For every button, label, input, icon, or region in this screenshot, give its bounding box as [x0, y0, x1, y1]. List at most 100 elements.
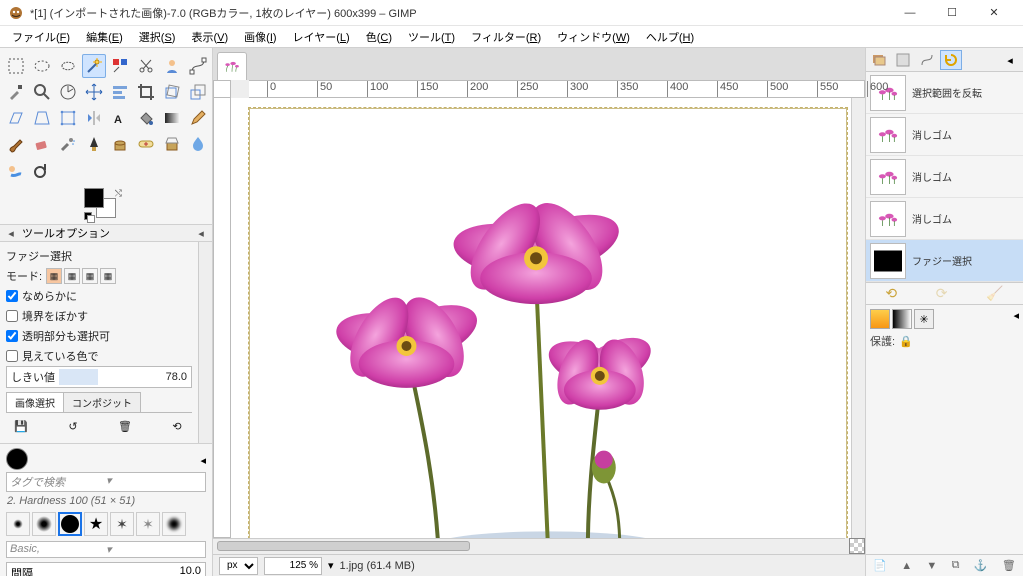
canvas-hscrollbar[interactable] [213, 538, 845, 554]
brush-spacing[interactable]: 間隔 10.0 [6, 562, 206, 576]
tool-rotate[interactable] [160, 80, 184, 104]
gradient-thumb[interactable] [892, 309, 912, 329]
tool-fuzzy-select[interactable] [82, 54, 106, 78]
save-preset-icon[interactable]: 💾 [12, 417, 30, 435]
maximize-button[interactable]: ☐ [931, 0, 973, 26]
tool-ink[interactable] [82, 132, 106, 156]
brush-dock-menu-icon[interactable]: ◂ [200, 454, 206, 467]
brush-thumb[interactable] [84, 512, 108, 536]
navigation-preview-icon[interactable] [849, 538, 865, 554]
canvas[interactable] [249, 108, 847, 538]
menu-view[interactable]: 表示(V) [183, 27, 236, 47]
tool-move[interactable] [82, 80, 106, 104]
opt-feather[interactable]: 境界をぼかす [6, 306, 192, 326]
tab-undo-history-icon[interactable] [940, 50, 962, 70]
mode-replace[interactable]: ▦ [46, 268, 62, 284]
brush-thumb[interactable] [110, 512, 134, 536]
menu-layer[interactable]: レイヤー(L) [285, 27, 358, 47]
restore-preset-icon[interactable]: ↺ [64, 417, 82, 435]
pattern-thumb[interactable]: ✳ [914, 309, 934, 329]
zoom-input[interactable] [264, 557, 322, 575]
zoom-dropdown-icon[interactable]: ▾ [328, 559, 334, 572]
tool-free-select[interactable] [56, 54, 80, 78]
image-tab[interactable] [217, 52, 247, 80]
brush-thumb[interactable] [6, 512, 30, 536]
undo-row[interactable]: 消しゴム [866, 156, 1023, 198]
dropdown-icon[interactable]: ▾ [106, 543, 202, 556]
undo-button[interactable]: ⟲ [885, 285, 897, 302]
layer-up-icon[interactable]: ▲ [901, 560, 912, 572]
foreground-color-swatch[interactable] [84, 188, 104, 208]
threshold-slider[interactable]: しきい値 78.0 [6, 366, 192, 388]
active-brush-thumb[interactable] [6, 448, 28, 470]
tool-shear[interactable] [4, 106, 28, 130]
tool-perspective-clone[interactable] [160, 132, 184, 156]
delete-preset-icon[interactable]: 🗑 [116, 417, 134, 435]
menu-select[interactable]: 選択(S) [131, 27, 184, 47]
unit-select[interactable]: px [219, 557, 258, 575]
tool-paths[interactable] [186, 54, 210, 78]
fg-bg-colors[interactable]: ⤭ [84, 188, 124, 222]
dropdown-icon[interactable]: ▾ [106, 474, 202, 490]
tool-dodge-burn[interactable] [30, 158, 54, 182]
tool-measure[interactable] [56, 80, 80, 104]
menu-edit[interactable]: 編集(E) [78, 27, 131, 47]
dock-menu-icon[interactable]: ◂ [1013, 309, 1019, 329]
canvas-viewport[interactable] [231, 98, 851, 538]
dock-detach-icon[interactable]: ◂ [194, 226, 208, 240]
layer-delete-icon[interactable]: 🗑 [1002, 559, 1016, 572]
tool-heal[interactable] [134, 132, 158, 156]
ruler-corner[interactable] [213, 80, 231, 98]
tool-clone[interactable] [108, 132, 132, 156]
canvas-vscrollbar[interactable] [851, 98, 865, 538]
tool-eraser[interactable] [30, 132, 54, 156]
tool-scale[interactable] [186, 80, 210, 104]
tool-options-scrollbar[interactable] [198, 242, 212, 443]
undo-row[interactable]: 消しゴム [866, 114, 1023, 156]
menu-help[interactable]: ヘルプ(H) [638, 27, 702, 47]
brush-thumb[interactable] [58, 512, 82, 536]
tool-perspective[interactable] [30, 106, 54, 130]
opt-tab-a[interactable]: 画像選択 [6, 392, 64, 412]
tool-paintbrush[interactable] [4, 132, 28, 156]
dock-menu-icon[interactable]: ◂ [999, 50, 1021, 70]
brush-tags-input[interactable]: Basic,▾ [6, 541, 206, 558]
tool-rect-select[interactable] [4, 54, 28, 78]
layer-anchor-icon[interactable]: ⚓ [974, 559, 988, 572]
reset-preset-icon[interactable]: ⟲ [168, 417, 186, 435]
tool-gradient[interactable] [160, 106, 184, 130]
mode-intersect[interactable]: ▦ [100, 268, 116, 284]
tool-scissors[interactable] [134, 54, 158, 78]
clear-undo-button[interactable]: 🧹 [986, 285, 1003, 302]
undo-row[interactable]: ファジー選択 [866, 240, 1023, 282]
opt-antialias[interactable]: なめらかに [6, 286, 192, 306]
dock-menu-icon[interactable]: ◂ [4, 226, 18, 240]
brush-thumb[interactable] [162, 512, 186, 536]
tool-crop[interactable] [134, 80, 158, 104]
layer-new-icon[interactable]: 📄 [873, 559, 887, 572]
tool-zoom[interactable] [30, 80, 54, 104]
opt-sample-merged[interactable]: 透明部分も選択可 [6, 326, 192, 346]
layer-down-icon[interactable]: ▼ [926, 560, 937, 572]
tool-pencil[interactable] [186, 106, 210, 130]
tool-by-color-select[interactable] [108, 54, 132, 78]
undo-row[interactable]: 消しゴム [866, 198, 1023, 240]
tool-smudge[interactable] [4, 158, 28, 182]
menu-window[interactable]: ウィンドウ(W) [549, 27, 638, 47]
swap-colors-icon[interactable]: ⤭ [115, 188, 122, 199]
brush-filter-input[interactable]: タグで検索▾ [6, 472, 206, 492]
tool-color-picker[interactable] [4, 80, 28, 104]
tab-paths-icon[interactable] [916, 50, 938, 70]
menu-colors[interactable]: 色(C) [358, 27, 400, 47]
ruler-vertical[interactable] [213, 98, 231, 538]
brush-thumb[interactable] [136, 512, 160, 536]
layer-duplicate-icon[interactable]: ⧉ [952, 559, 960, 572]
mode-add[interactable]: ▦ [64, 268, 80, 284]
tool-align[interactable] [108, 80, 132, 104]
opt-tab-b[interactable]: コンポジット [63, 392, 141, 412]
ruler-horizontal[interactable]: 050100150200250300350400450500550600 [249, 80, 865, 98]
menu-file[interactable]: ファイル(F) [4, 27, 78, 47]
opt-by-color[interactable]: 見えている色で [6, 346, 192, 366]
minimize-button[interactable]: ― [889, 0, 931, 26]
menu-tools[interactable]: ツール(T) [400, 27, 463, 47]
